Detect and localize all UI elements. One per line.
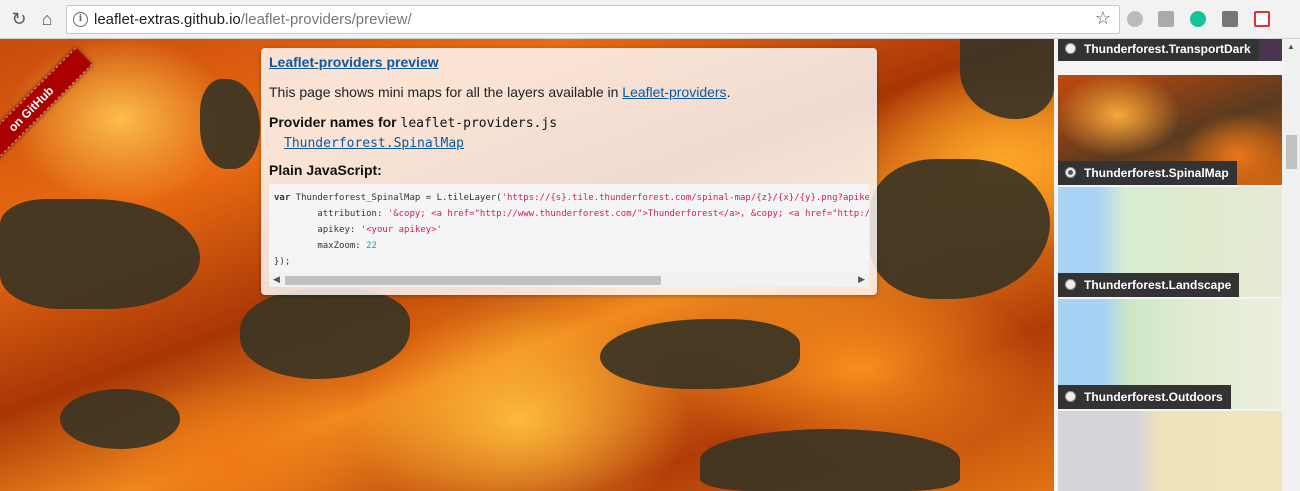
extension-icon[interactable] [1222,11,1238,27]
radio-icon[interactable] [1065,279,1076,290]
extension-icon[interactable] [1127,11,1143,27]
intro-text-end: . [726,84,731,100]
layer-tile-landscape[interactable]: Thunderforest.Landscape [1058,187,1282,297]
land-shape [0,199,200,309]
layer-tile-next[interactable] [1058,411,1282,491]
github-ribbon[interactable]: on GitHub [0,47,93,171]
land-shape [600,319,800,389]
url-path: /leaflet-providers/preview/ [240,11,412,28]
pocket-icon[interactable] [1254,11,1270,27]
land-shape [960,39,1054,119]
horizontal-scrollbar[interactable]: ◀ ▶ [269,273,869,287]
layer-label[interactable]: Thunderforest.SpinalMap [1058,161,1237,185]
radio-icon[interactable] [1065,391,1076,402]
provider-name-link[interactable]: Thunderforest.SpinalMap [284,136,464,151]
browser-toolbar: ↻ ⌂ i leaflet-extras.github.io/leaflet-p… [0,0,1300,39]
intro-text: This page shows mini maps for all the la… [269,84,730,100]
layer-tile-transportdark[interactable]: Thunderforest.TransportDark [1058,39,1282,61]
star-icon[interactable]: ☆ [1095,8,1111,29]
layer-sidebar[interactable]: Thunderforest.TransportDark Thunderfores… [1054,39,1300,491]
code-text: var Thunderforest_SpinalMap = L.tileLaye… [274,193,869,267]
code-block[interactable]: var Thunderforest_SpinalMap = L.tileLaye… [269,184,869,287]
vertical-scrollbar[interactable]: ▲ [1283,39,1300,491]
provider-heading-text: Provider names for [269,114,397,130]
url-host: leaflet-extras.github.io [94,11,241,28]
scroll-up-icon[interactable]: ▲ [1287,42,1295,51]
land-shape [870,159,1050,299]
layer-label[interactable]: Thunderforest.Landscape [1058,273,1240,297]
panel-title[interactable]: Leaflet-providers preview [269,54,439,70]
radio-icon[interactable] [1065,167,1076,178]
provider-heading: Provider names for leaflet-providers.js [269,114,557,131]
scrollbar-thumb[interactable] [1286,135,1297,169]
reload-icon[interactable]: ↻ [8,8,30,30]
leaflet-providers-link[interactable]: Leaflet-providers [622,84,726,100]
layer-label[interactable]: Thunderforest.TransportDark [1058,39,1259,61]
scroll-left-icon[interactable]: ◀ [273,274,280,285]
land-shape [60,389,180,449]
layer-tile-spinalmap[interactable]: Thunderforest.SpinalMap [1058,75,1282,185]
url-text[interactable]: leaflet-extras.github.io/leaflet-provide… [94,11,412,28]
land-shape [200,79,260,169]
grammarly-icon[interactable] [1190,11,1206,27]
layer-label[interactable]: Thunderforest.Outdoors [1058,385,1231,409]
info-panel: Leaflet-providers preview This page show… [261,48,877,295]
radio-icon[interactable] [1065,43,1076,54]
address-bar[interactable]: i leaflet-extras.github.io/leaflet-provi… [66,5,1120,34]
home-icon[interactable]: ⌂ [36,8,58,30]
land-shape [240,289,410,379]
provider-file: leaflet-providers.js [400,116,558,131]
js-heading: Plain JavaScript: [269,162,382,178]
scrollbar-thumb[interactable] [285,276,661,285]
intro-text-body: This page shows mini maps for all the la… [269,84,619,100]
drive-icon[interactable] [1158,11,1174,27]
info-icon[interactable]: i [73,12,88,27]
layer-tile-outdoors[interactable]: Thunderforest.Outdoors [1058,299,1282,409]
land-shape [700,429,960,491]
scroll-right-icon[interactable]: ▶ [858,274,865,285]
